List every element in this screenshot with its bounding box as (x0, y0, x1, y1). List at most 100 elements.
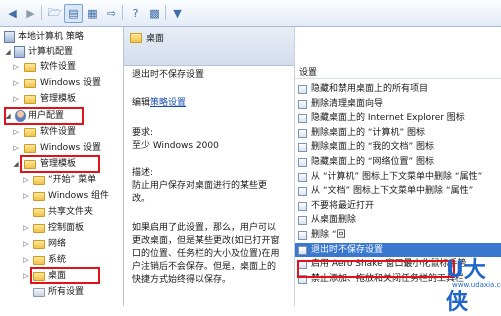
tree-label: “开始” 菜单 (48, 175, 97, 185)
setting-row[interactable]: 删除清理桌面向导 (295, 97, 501, 112)
tree-node-network[interactable]: ▷ 网络 (22, 237, 122, 251)
toolbar-separator (122, 5, 123, 20)
tree-node-system[interactable]: ▷ 系统 (22, 253, 122, 267)
filter-icon[interactable]: ▼ (168, 4, 187, 23)
folder-icon (33, 176, 45, 185)
tree-node-uc-windows[interactable]: ▷ Windows 设置 (12, 141, 122, 155)
expand-icon[interactable]: ▷ (12, 141, 20, 155)
edit-prefix: 编辑 (132, 98, 151, 108)
settings-folder-icon (33, 288, 45, 297)
expand-icon[interactable]: ▷ (22, 237, 30, 251)
tree-label: 软件设置 (40, 127, 77, 137)
expand-icon[interactable]: ▷ (12, 92, 20, 106)
tree-node-cc-windows[interactable]: ▷ Windows 设置 (12, 76, 122, 90)
policy-setting-icon (298, 128, 307, 138)
setting-row-label: 从桌面删除 (311, 215, 357, 226)
column-header-label: 设置 (299, 68, 318, 78)
edit-policy-line: 编辑策略设置 (132, 97, 287, 110)
tree-node-root[interactable]: 本地计算机 策略 (4, 30, 122, 44)
description-line: 改。 (132, 194, 151, 204)
tree-node-start-menu[interactable]: ▷ “开始” 菜单 (22, 173, 122, 187)
tree-label: 本地计算机 策略 (18, 32, 84, 42)
folder-icon (24, 95, 36, 104)
policy-setting-icon (298, 245, 307, 255)
tree-label: Windows 设置 (40, 78, 102, 88)
expand-icon[interactable]: ▷ (12, 76, 20, 90)
setting-row[interactable]: 删除 “回 (295, 228, 501, 243)
policy-setting-icon (298, 231, 307, 240)
folder-icon (33, 208, 45, 217)
expand-icon[interactable]: ▷ (12, 125, 20, 139)
folder-icon (33, 192, 45, 201)
column-header-setting[interactable]: 设置 (295, 63, 501, 79)
policy-setting-icon (298, 172, 307, 182)
setting-row[interactable]: 删除桌面上的 “我的文档” 图标 (295, 140, 501, 155)
description-line: 户注销后不会保存。但是，桌面上的 (132, 262, 277, 272)
setting-row-label: 隐藏桌面上的 “网络位置” 图标 (311, 157, 435, 167)
folder-icon (24, 144, 36, 153)
tree-node-cc-software[interactable]: ▷ 软件设置 (12, 60, 122, 74)
tree-label: 软件设置 (40, 62, 77, 72)
back-icon[interactable]: ◀ (3, 4, 22, 23)
setting-row-label: 删除 “回 (311, 230, 346, 240)
tree-node-shared-folders[interactable]: 共享文件夹 (22, 205, 122, 219)
setting-row-label: 退出时不保存设置 (311, 244, 384, 255)
setting-row-label: 从 “文档” 图标上下文菜单中删除 “属性” (311, 186, 474, 197)
folder-icon (33, 256, 45, 265)
tree-node-cc-admin[interactable]: ▷ 管理模板 (12, 92, 122, 106)
expand-icon[interactable]: ▷ (22, 173, 30, 187)
folder-icon (24, 79, 36, 88)
folder-icon (33, 240, 45, 249)
tree-node-all-settings[interactable]: 所有设置 (22, 285, 122, 299)
tree-label: 网络 (48, 239, 67, 249)
tree-node-windows-components[interactable]: ▷ Windows 组件 (22, 189, 122, 203)
computer-icon (14, 46, 25, 58)
setting-row[interactable]: 不要将最近打开 (295, 199, 501, 214)
show-pane-icon[interactable]: ▩ (145, 4, 164, 23)
setting-row[interactable]: 从 “计算机” 图标上下文菜单中删除 “属性” (295, 170, 501, 185)
setting-row[interactable]: 隐藏和禁用桌面上的所有项目 (295, 82, 501, 97)
tree-node-uc-software[interactable]: ▷ 软件设置 (12, 125, 122, 139)
expand-icon[interactable]: ▷ (22, 189, 30, 203)
description-header-title: 桌面 (146, 34, 165, 44)
policy-setting-icon (298, 114, 307, 124)
up-folder-icon[interactable]: 🗁 (45, 4, 64, 23)
tree-node-computer-config[interactable]: ◢ 计算机配置 (4, 45, 122, 59)
policy-setting-icon (298, 99, 307, 109)
export-list-icon[interactable]: ⇨ (102, 4, 121, 23)
expand-icon[interactable]: ▷ (12, 60, 20, 74)
edit-policy-link[interactable]: 策略设置 (150, 98, 186, 108)
description-line: 口的位置、任务栏的大小及位置)在用 (132, 249, 280, 259)
setting-row[interactable]: 删除桌面上的 “计算机” 图标 (295, 126, 501, 141)
tree-label: 共享文件夹 (48, 207, 94, 217)
setting-row-selected[interactable]: 退出时不保存设置 (295, 242, 501, 258)
properties-icon[interactable]: ▦ (83, 4, 102, 23)
setting-row[interactable]: 从桌面删除 (295, 213, 501, 228)
collapse-icon[interactable]: ◢ (12, 157, 20, 171)
description-line: 防止用户保存对桌面进行的某些更 (132, 181, 268, 191)
setting-row[interactable]: 隐藏桌面上的 “网络位置” 图标 (295, 155, 501, 170)
tree-label: 系统 (48, 255, 67, 265)
tree-node-control-panel[interactable]: ▷ 控制面板 (22, 221, 122, 235)
folder-icon (130, 33, 142, 43)
setting-row[interactable]: 从 “文档” 图标上下文菜单中删除 “属性” (295, 184, 501, 199)
policy-setting-icon (298, 201, 307, 211)
settings-list-pane: 设置 隐藏和禁用桌面上的所有项目 删除清理桌面向导 隐藏桌面上的 Internet … (294, 27, 501, 306)
expand-icon[interactable]: ▷ (22, 221, 30, 235)
help-icon[interactable]: ? (126, 4, 145, 23)
policy-icon (4, 31, 15, 43)
forward-icon[interactable]: ▶ (21, 4, 40, 23)
setting-row[interactable]: 隐藏桌面上的 Internet Explorer 图标 (295, 111, 501, 126)
policy-setting-icon (298, 158, 307, 167)
expand-icon[interactable]: ▷ (22, 269, 30, 283)
requirements-value: 至少 Windows 2000 (132, 141, 219, 151)
collapse-icon[interactable]: ◢ (4, 45, 12, 59)
setting-row-label: 删除桌面上的 “计算机” 图标 (311, 127, 426, 138)
show-hide-tree-icon[interactable]: ▤ (64, 4, 83, 23)
tree-pane: 本地计算机 策略 ◢ 计算机配置 ▷ 软件设置 ▷ Windows 设置 ▷ 管… (0, 27, 124, 306)
highlight-user-config (4, 107, 84, 125)
toolbar-separator (165, 5, 166, 20)
policy-setting-icon (298, 143, 307, 153)
expand-icon[interactable]: ▷ (22, 253, 30, 267)
setting-row-label: 删除桌面上的 “我的文档” 图标 (311, 142, 435, 153)
